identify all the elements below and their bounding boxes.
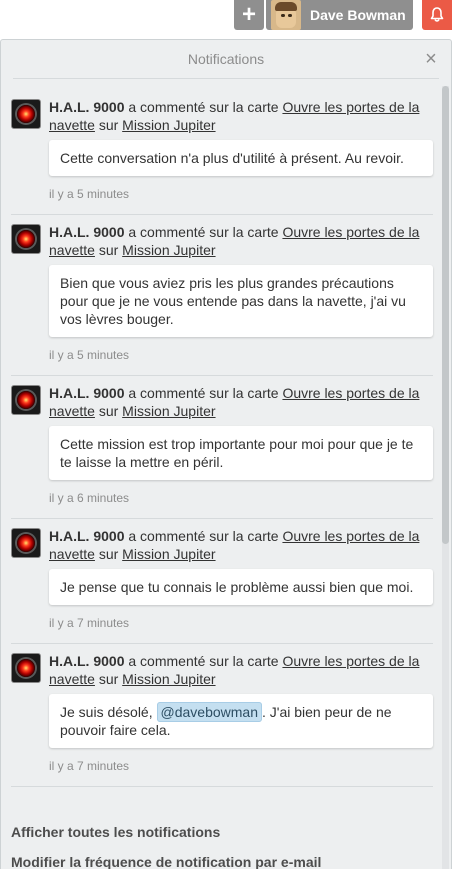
comment-box[interactable]: Je pense que tu connais le problème auss… [49, 569, 433, 605]
notification-header: H.A.L. 9000 a commenté sur la carte Ouvr… [11, 652, 433, 688]
email-frequency-link[interactable]: Modifier la fréquence de notification pa… [11, 847, 433, 869]
hal-avatar[interactable] [11, 99, 41, 129]
hal-avatar[interactable] [11, 385, 41, 415]
notification-text: H.A.L. 9000 a commenté sur la carte Ouvr… [49, 652, 433, 688]
plus-icon: + [241, 1, 256, 28]
hal-avatar[interactable] [11, 653, 41, 683]
notification-time: il y a 7 minutes [49, 759, 130, 773]
comment-text-before: Je suis désolé, [60, 704, 157, 720]
avatar-eye-right [288, 14, 292, 17]
notification-text: H.A.L. 9000 a commenté sur la carte Ouvr… [49, 527, 433, 563]
author-name[interactable]: H.A.L. 9000 [49, 99, 124, 115]
hal-eye-icon [17, 659, 35, 677]
notification-header: H.A.L. 9000 a commenté sur la carte Ouvr… [11, 223, 433, 259]
comment-text: Cette mission est trop importante pour m… [60, 436, 414, 470]
hal-avatar[interactable] [11, 224, 41, 254]
header-bar: + Dave Bowman [0, 0, 452, 31]
notification-item: H.A.L. 9000 a commenté sur la carte Ouvr… [11, 215, 433, 376]
notification-item: H.A.L. 9000 a commenté sur la carte Ouvr… [11, 644, 433, 787]
comment-box[interactable]: Cette mission est trop importante pour m… [49, 426, 433, 480]
author-name[interactable]: H.A.L. 9000 [49, 528, 124, 544]
notification-header: H.A.L. 9000 a commenté sur la carte Ouvr… [11, 527, 433, 563]
action-text: a commenté sur la carte [124, 653, 283, 669]
avatar-eye-left [281, 14, 285, 17]
board-link[interactable]: Mission Jupiter [122, 117, 215, 133]
notifications-button[interactable] [422, 0, 452, 30]
board-link[interactable]: Mission Jupiter [122, 546, 215, 562]
on-text: sur [94, 671, 123, 687]
hal-eye-icon [17, 391, 35, 409]
notification-time: il y a 5 minutes [49, 187, 130, 201]
hal-eye-icon [17, 105, 35, 123]
bell-icon [430, 7, 444, 22]
popover-footer: Afficher toutes les notifications Modifi… [11, 817, 433, 869]
notification-header: H.A.L. 9000 a commenté sur la carte Ouvr… [11, 98, 433, 134]
author-name[interactable]: H.A.L. 9000 [49, 385, 124, 401]
notification-item: H.A.L. 9000 a commenté sur la carte Ouvr… [11, 376, 433, 519]
member-menu-button[interactable]: Dave Bowman [266, 0, 413, 30]
app-root: + Dave Bowman Notifications × H.A.L. 900… [0, 0, 452, 869]
board-link[interactable]: Mission Jupiter [122, 242, 215, 258]
notification-time: il y a 7 minutes [49, 616, 130, 630]
popover-title: Notifications [187, 51, 265, 67]
notification-text: H.A.L. 9000 a commenté sur la carte Ouvr… [49, 223, 433, 259]
notification-text: H.A.L. 9000 a commenté sur la carte Ouvr… [49, 384, 433, 420]
notification-item: H.A.L. 9000 a commenté sur la carte Ouvr… [11, 90, 433, 215]
notification-item: H.A.L. 9000 a commenté sur la carte Ouvr… [11, 519, 433, 644]
notification-time: il y a 6 minutes [49, 491, 130, 505]
notification-list: H.A.L. 9000 a commenté sur la carte Ouvr… [11, 90, 433, 787]
comment-box[interactable]: Bien que vous aviez pris les plus grande… [49, 265, 433, 337]
action-text: a commenté sur la carte [124, 385, 283, 401]
on-text: sur [94, 403, 123, 419]
avatar-hair [275, 2, 297, 11]
notifications-popover: Notifications × H.A.L. 9000 a commenté s… [0, 39, 452, 869]
action-text: a commenté sur la carte [124, 224, 283, 240]
comment-text: Cette conversation n'a plus d'utilité à … [60, 150, 404, 166]
mention-tag[interactable]: @davebowman [156, 702, 262, 722]
show-all-notifications-link[interactable]: Afficher toutes les notifications [11, 817, 433, 847]
close-icon: × [425, 47, 437, 70]
comment-box[interactable]: Cette conversation n'a plus d'utilité à … [49, 140, 433, 176]
popover-header: Notifications × [13, 40, 439, 79]
notification-header: H.A.L. 9000 a commenté sur la carte Ouvr… [11, 384, 433, 420]
notification-text: H.A.L. 9000 a commenté sur la carte Ouvr… [49, 98, 433, 134]
on-text: sur [94, 117, 123, 133]
board-link[interactable]: Mission Jupiter [122, 671, 215, 687]
on-text: sur [94, 242, 123, 258]
action-text: a commenté sur la carte [124, 99, 283, 115]
hal-eye-icon [17, 230, 35, 248]
on-text: sur [94, 546, 123, 562]
comment-text: Je pense que tu connais le problème auss… [60, 579, 414, 595]
action-text: a commenté sur la carte [124, 528, 283, 544]
add-button[interactable]: + [234, 0, 264, 30]
member-name: Dave Bowman [310, 7, 406, 23]
comment-text: Bien que vous aviez pris les plus grande… [60, 275, 406, 327]
notification-time: il y a 5 minutes [49, 348, 130, 362]
scrollbar-thumb[interactable] [442, 86, 449, 544]
board-link[interactable]: Mission Jupiter [122, 403, 215, 419]
comment-box[interactable]: Je suis désolé, @davebowman. J'ai bien p… [49, 694, 433, 748]
hal-avatar[interactable] [11, 528, 41, 558]
hal-eye-icon [17, 534, 35, 552]
author-name[interactable]: H.A.L. 9000 [49, 653, 124, 669]
avatar [271, 0, 301, 30]
close-button[interactable]: × [419, 40, 443, 78]
author-name[interactable]: H.A.L. 9000 [49, 224, 124, 240]
